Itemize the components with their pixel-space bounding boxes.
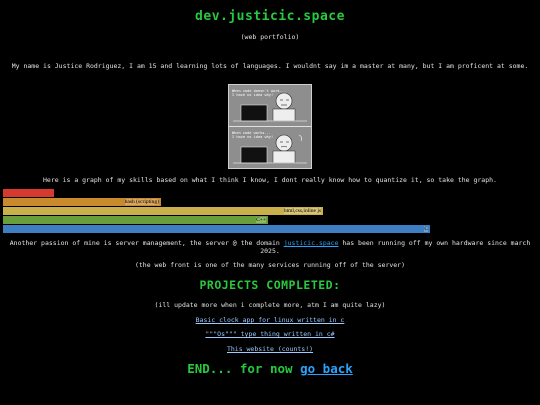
project-link-website[interactable]: This website (counts!) bbox=[227, 345, 313, 353]
meme-panel-top: When code doesn't work... I have no idea… bbox=[229, 85, 311, 127]
page-subtitle: (web portfolio) bbox=[240, 33, 300, 41]
intro-paragraph: My name is Justice Rodriguez, I am 15 an… bbox=[11, 62, 529, 70]
skills-intro: Here is a graph of my skills based on wh… bbox=[43, 176, 497, 184]
domain-link[interactable]: justicic.space bbox=[284, 239, 339, 247]
meme-drawing-bottom bbox=[233, 134, 307, 164]
end-line: END... for now go back bbox=[0, 361, 540, 376]
end-text: END... for now bbox=[187, 361, 301, 376]
project-item: """Os""" type thing written in c# bbox=[0, 330, 540, 338]
skill-bar-label: bash (scripting) bbox=[124, 199, 159, 205]
skill-bar-label: C++ bbox=[256, 217, 266, 223]
server-paragraph: Another passion of mine is server manage… bbox=[8, 239, 532, 255]
page-title: dev.justicic.space bbox=[195, 9, 345, 24]
go-back-link[interactable]: go back bbox=[300, 361, 353, 376]
project-item: Basic clock app for linux written in c bbox=[0, 316, 540, 324]
server-text-before: Another passion of mine is server manage… bbox=[9, 239, 284, 247]
project-link-clock[interactable]: Basic clock app for linux written in c bbox=[196, 316, 345, 324]
project-item: This website (counts!) bbox=[0, 345, 540, 353]
skill-bar: C bbox=[3, 225, 430, 233]
projects-note: (ill update more when i complete more, a… bbox=[154, 301, 386, 309]
skill-bar: bash (scripting) bbox=[3, 198, 161, 206]
skill-bar: html,css,inline js bbox=[3, 207, 323, 215]
projects-heading: PROJECTS COMPLETED: bbox=[199, 278, 341, 292]
skill-bar-label: html,css,inline js bbox=[283, 208, 321, 214]
meme-image: When code doesn't work... I have no idea… bbox=[228, 84, 312, 169]
meme-drawing-top bbox=[233, 92, 307, 122]
skill-bar-label: C bbox=[424, 226, 428, 232]
page: dev.justicic.space (web portfolio) My na… bbox=[0, 0, 540, 405]
webfront-note: (the web front is one of the many servic… bbox=[134, 261, 406, 269]
skill-bar bbox=[3, 189, 54, 197]
project-link-os[interactable]: """Os""" type thing written in c# bbox=[205, 330, 334, 338]
skill-bar: C++ bbox=[3, 216, 268, 224]
meme-panel-bottom: When code works... I have no idea why! bbox=[229, 127, 311, 168]
